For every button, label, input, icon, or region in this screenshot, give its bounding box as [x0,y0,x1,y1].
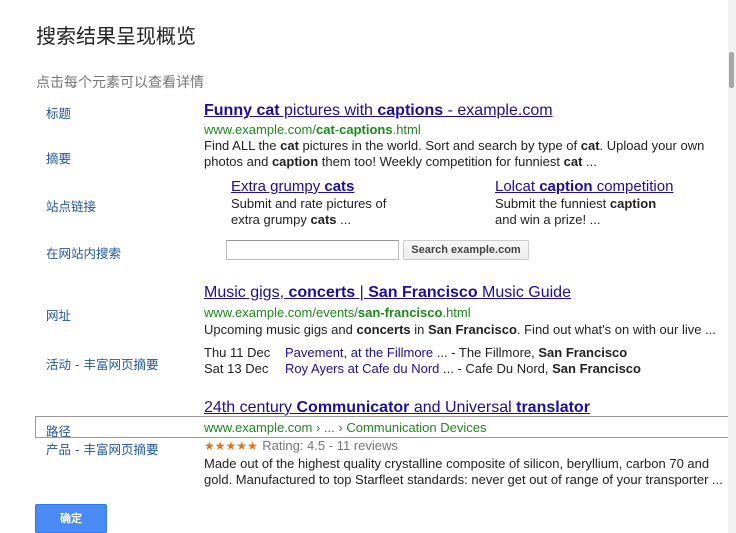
result2-title[interactable]: Music gigs, concerts | San Francisco Mus… [204,284,571,302]
snippet-part: . Find out what's on with our live ... [516,322,716,337]
sitelink-1-desc1: Submit and rate pictures of [231,196,386,212]
sitelink-desc-part: extra grumpy [231,212,311,227]
sitelink-1-title[interactable]: Extra grumpy cats [231,178,354,196]
snippet-part: San Francisco [428,322,517,337]
label-snippet[interactable]: 摘要 [46,148,71,167]
sitelink-desc-part: Submit and rate pictures of [231,196,387,211]
result3-title-part: 24th century [204,399,297,416]
snippet-part: concerts [356,322,411,337]
snippet-part: Upcoming music gigs and [204,322,357,337]
result2-title-part: concerts [288,284,356,301]
result1-snippet-line1: Find ALL the cat pictures in the world. … [204,138,704,154]
scrollbar-thumb[interactable] [729,52,734,88]
rating-text: Rating: 4.5 - 11 reviews [262,438,398,453]
sitelink-desc-part: Submit the funniest [495,196,610,211]
url-part: san-francisco [357,305,443,320]
breadcrumb-part: www.example.com [204,420,313,435]
url-part: .html [442,305,471,320]
star-rating-icon: ★★★★★ [204,439,258,453]
result3-snippet-line2: gold. Manufactured to top Starfleet stan… [204,472,723,487]
result3-title-part: Communicator [296,399,410,416]
result3-rating: ★★★★★ Rating: 4.5 - 11 reviews [204,437,398,455]
snippet-part: ... [582,154,597,169]
dialog-subtitle: 点击每个元素可以查看详情 [36,75,204,91]
label-site-search[interactable]: 在网站内搜索 [46,243,121,262]
url-part: captions [339,122,393,137]
sitelink-title-part: Lolcat [495,178,540,195]
site-search-input[interactable] [226,240,399,260]
result2-title-part: San Francisco [368,284,478,301]
sitelink-2-desc2: and win a prize! ... [495,212,601,228]
event-link[interactable]: Roy Ayers at Cafe du Nord [285,361,439,376]
event-row: Sat 13 Dec Roy Ayers at Cafe du Nord ... … [204,361,641,377]
sitelink-desc-part: cats [310,212,337,227]
snippet-part: . Upload your own [599,138,705,153]
sitelink-title-part: competition [592,178,674,195]
snippet-part: cat [280,138,299,153]
result1-title-part: captions [377,102,444,119]
sitelink-2-desc1: Submit the funniest caption [495,196,656,212]
result1-title[interactable]: Funny cat pictures with captions - examp… [204,102,553,120]
result1-title-part: pictures with [279,102,378,119]
snippet-part: cat [563,154,583,169]
snippet-part: caption [271,154,319,169]
sitelink-desc-part: and win a prize! ... [495,212,601,227]
sitelink-title-part: Extra grumpy [231,178,325,195]
sitelink-2-title[interactable]: Lolcat caption competition [495,178,673,196]
sitelink-desc-part: ... [336,212,351,227]
url-part: cat [315,122,335,137]
result3-title[interactable]: 24th century Communicator and Universal … [204,399,590,417]
site-search-button[interactable]: Search example.com [403,240,529,260]
event-date: Sat 13 Dec [204,361,269,376]
result2-title-part: Music Guide [477,284,571,301]
label-title[interactable]: 标题 [46,103,71,122]
label-url[interactable]: 网址 [46,305,71,324]
result3-title-part: and Universal [409,399,517,416]
breadcrumb-part: Communication Devices [346,420,487,435]
event-date: Thu 11 Dec [204,345,271,360]
result2-url: www.example.com/events/san-francisco.htm… [204,305,471,320]
result3-title-part: translator [516,399,590,416]
snippet-part: cat [580,138,600,153]
result1-title-part: Funny cat [204,102,280,119]
result2-title-part: | [355,284,369,301]
sitelink-desc-part: caption [609,196,657,211]
dialog-title: 搜索结果呈现概览 [36,24,196,48]
event-city: San Francisco [552,361,641,376]
url-part: www.example.com/events/ [204,305,358,320]
event-city: San Francisco [538,345,628,360]
snippet-part: pictures in the world. Sort and search b… [298,138,581,153]
sitelink-title-part: caption [539,178,593,195]
breadcrumb-part: › ... › [312,420,347,435]
event-venue: ... - Cafe Du Nord, [439,361,553,376]
label-events[interactable]: 活动 - 丰富网页摘要 [46,354,158,373]
result1-url: www.example.com/cat-captions.html [204,122,421,137]
snippet-part: in [410,322,429,337]
result2-snippet: Upcoming music gigs and concerts in San … [204,322,716,338]
event-link[interactable]: Pavement, at the Fillmore [285,345,433,360]
url-part: .html [392,122,421,137]
sitelink-1-desc2: extra grumpy cats ... [231,212,351,228]
snippet-part: photos and [204,154,272,169]
label-sitelinks[interactable]: 站点链接 [46,196,96,215]
result1-title-part: - example.com [443,102,553,119]
url-part: www.example.com/ [204,122,316,137]
sitelink-title-part: cats [324,178,355,195]
snippet-part: them too! Weekly competition for funnies… [318,154,564,169]
label-product[interactable]: 产品 - 丰富网页摘要 [46,439,158,458]
ok-button[interactable]: 确定 [35,504,107,533]
event-venue: ... - The Fillmore, [433,345,539,360]
result1-snippet-line2: photos and caption them too! Weekly comp… [204,154,597,170]
result2-title-part: Music gigs, [204,284,289,301]
result3-breadcrumb: www.example.com › ... › Communication De… [204,420,487,435]
snippet-part: Find ALL the [204,138,281,153]
result3-snippet-line1: Made out of the highest quality crystall… [204,456,710,471]
event-row: Thu 11 Dec Pavement, at the Fillmore ... … [204,345,627,361]
